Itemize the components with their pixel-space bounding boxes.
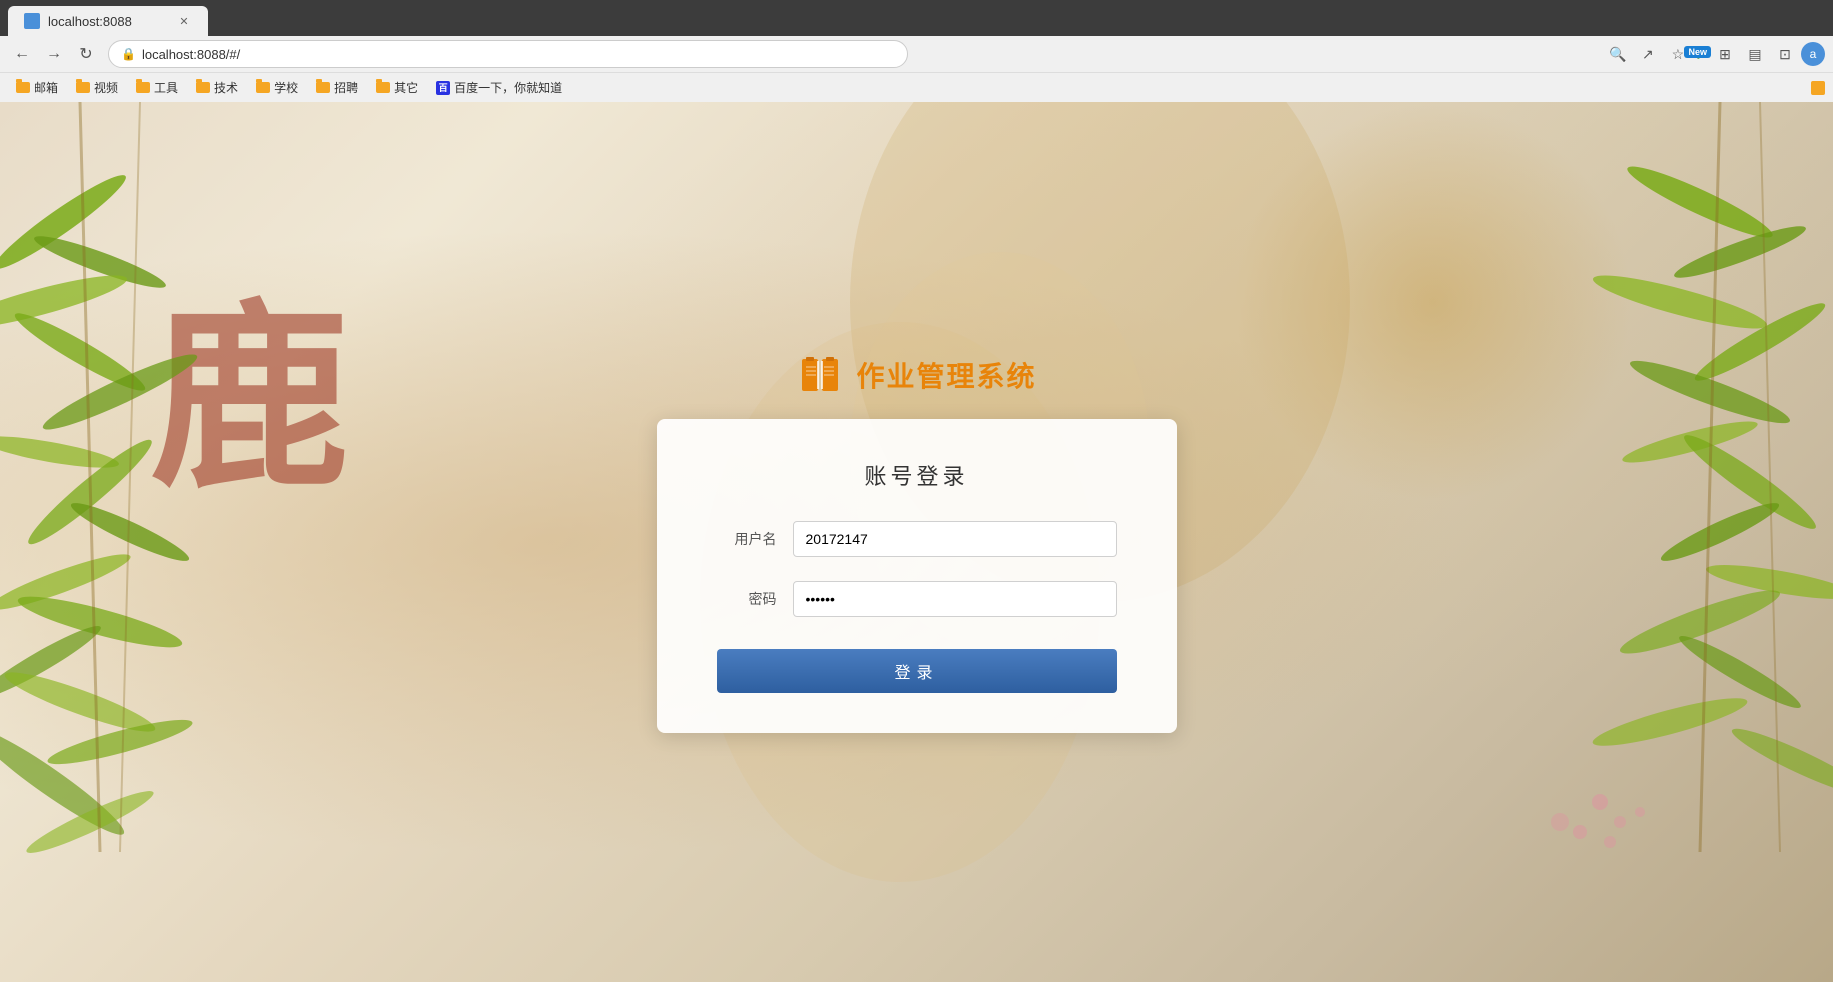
address-bar[interactable]: 🔒 localhost:8088/#/ — [108, 40, 908, 68]
folder-icon — [136, 82, 150, 93]
app-logo-area: 作业管理系统 — [796, 351, 1036, 399]
login-card-title: 账号登录 — [717, 459, 1117, 491]
folder-icon — [316, 82, 330, 93]
tab-title: localhost:8088 — [48, 14, 132, 29]
page-content: 鹿 — [0, 102, 1833, 982]
book-icon — [796, 351, 844, 399]
bookmark-youxiang[interactable]: 邮箱 — [8, 77, 66, 98]
password-label: 密码 — [717, 589, 777, 609]
folder-icon — [16, 82, 30, 93]
toolbar: ← → ↻ 🔒 localhost:8088/#/ 🔍 ↗ ☆ ✓ New ⊞ … — [0, 36, 1833, 72]
bookmarks-end-icon — [1811, 81, 1825, 95]
window-button[interactable]: ⊡ — [1771, 40, 1799, 68]
search-button[interactable]: 🔍 — [1604, 40, 1632, 68]
bookmark-video[interactable]: 视频 — [68, 77, 126, 98]
bookmark-jobs[interactable]: 招聘 — [308, 77, 366, 98]
bookmark-baidu[interactable]: 百 百度一下，你就知道 — [428, 77, 570, 98]
bookmark-label: 招聘 — [334, 79, 358, 96]
bookmark-tech[interactable]: 技术 — [188, 77, 246, 98]
username-input[interactable] — [793, 521, 1117, 557]
app-title: 作业管理系统 — [856, 355, 1036, 395]
browser-chrome: localhost:8088 ✕ ← → ↻ 🔒 localhost:8088/… — [0, 0, 1833, 72]
bookmark-label: 视频 — [94, 79, 118, 96]
bg-character: 鹿 — [150, 302, 350, 502]
new-badge: New — [1684, 46, 1711, 58]
bookmark-label: 学校 — [274, 79, 298, 96]
bookmark-label: 其它 — [394, 79, 418, 96]
bookmark-tools[interactable]: 工具 — [128, 77, 186, 98]
password-input[interactable] — [793, 581, 1117, 617]
lock-icon: 🔒 — [121, 47, 136, 61]
baidu-icon: 百 — [436, 81, 450, 95]
bookmark-school[interactable]: 学校 — [248, 77, 306, 98]
tab-close-button[interactable]: ✕ — [176, 13, 192, 29]
password-row: 密码 — [717, 581, 1117, 617]
login-button[interactable]: 登录 — [717, 649, 1117, 693]
folder-icon — [256, 82, 270, 93]
username-label: 用户名 — [717, 529, 777, 549]
back-button[interactable]: ← — [8, 40, 36, 68]
extensions-button[interactable]: ⊞ — [1711, 40, 1739, 68]
folder-icon — [376, 82, 390, 93]
media-button[interactable]: ▤ — [1741, 40, 1769, 68]
tab-favicon — [24, 13, 40, 29]
forward-button[interactable]: → — [40, 40, 68, 68]
bookmark-label: 百度一下，你就知道 — [454, 79, 562, 96]
tab-bar: localhost:8088 ✕ — [0, 0, 1833, 36]
bookmark-label: 邮箱 — [34, 79, 58, 96]
folder-icon — [76, 82, 90, 93]
user-initial: a — [1810, 47, 1817, 61]
bookmarks-bar: 邮箱 视频 工具 技术 学校 招聘 其它 百 百度一下，你就知道 — [0, 72, 1833, 102]
bookmark-label: 技术 — [214, 79, 238, 96]
share-button[interactable]: ↗ — [1634, 40, 1662, 68]
active-tab[interactable]: localhost:8088 ✕ — [8, 6, 208, 36]
login-card: 账号登录 用户名 密码 登录 — [657, 419, 1177, 733]
folder-icon — [196, 82, 210, 93]
login-wrapper: 作业管理系统 账号登录 用户名 密码 登录 — [657, 351, 1177, 733]
username-row: 用户名 — [717, 521, 1117, 557]
refresh-button[interactable]: ↻ — [72, 40, 100, 68]
char-hair — [1233, 102, 1633, 502]
user-avatar[interactable]: a — [1801, 42, 1825, 66]
url-text: localhost:8088/#/ — [142, 47, 240, 62]
bookmark-label: 工具 — [154, 79, 178, 96]
toolbar-right: 🔍 ↗ ☆ ✓ New ⊞ ▤ ⊡ a — [1604, 40, 1825, 68]
bookmark-other[interactable]: 其它 — [368, 77, 426, 98]
